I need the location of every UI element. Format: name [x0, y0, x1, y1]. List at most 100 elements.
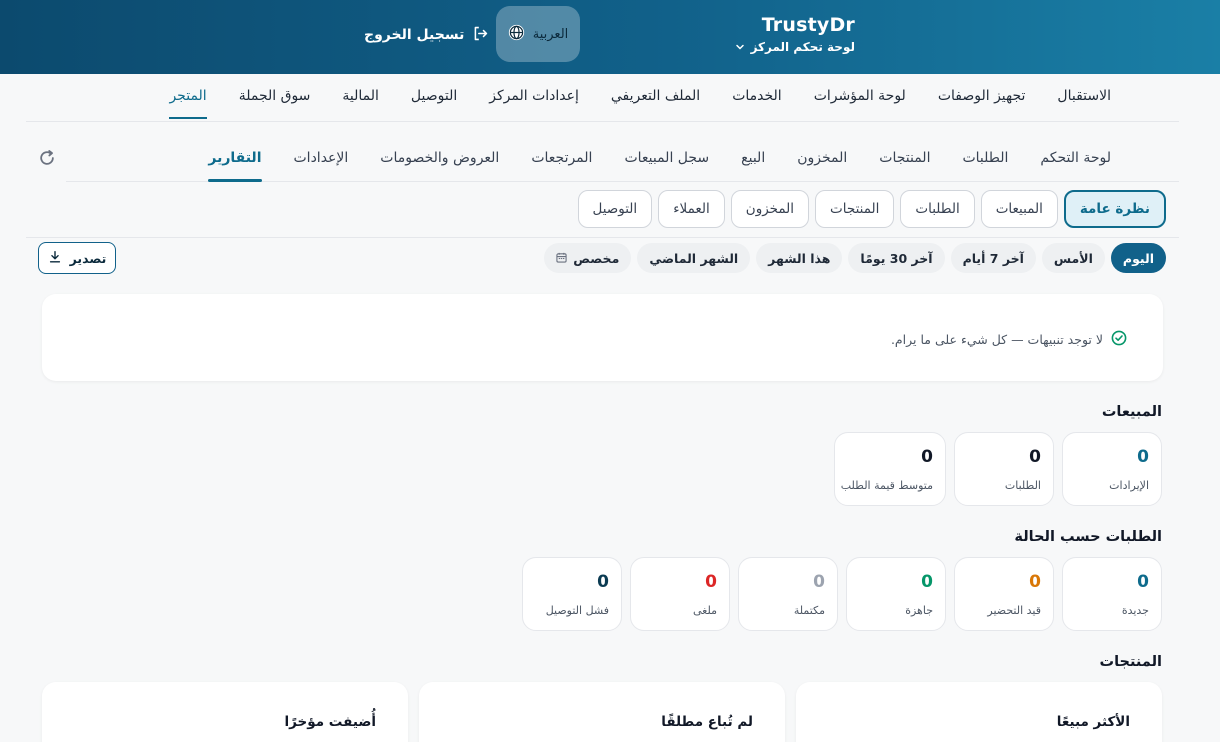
stat-card: 0 ملغى: [630, 557, 730, 631]
period-chip-label: آخر 7 أيام: [962, 250, 1024, 266]
products-card: الأكثر مبيعًا: [796, 682, 1162, 742]
stat-value: 0: [1137, 572, 1149, 592]
stat-label: مكتملة: [793, 604, 825, 617]
sub-nav-item[interactable]: التقارير: [208, 150, 262, 182]
top-header: TrustyDr لوحة تحكم المركز العربية تسجيل …: [0, 0, 1220, 74]
main-nav-item[interactable]: المتجر: [169, 88, 207, 119]
export-label: تصدير: [69, 250, 107, 266]
brand: TrustyDr لوحة تحكم المركز: [735, 14, 855, 54]
stat-value: 0: [1029, 572, 1041, 592]
divider: [26, 237, 1179, 238]
period-chip[interactable]: مخصص: [544, 243, 632, 273]
main-nav-item[interactable]: إعدادات المركز: [489, 88, 579, 104]
stat-card: 0 جاهزة: [846, 557, 946, 631]
report-tab[interactable]: الطلبات: [900, 190, 975, 228]
stat-label: الإيرادات: [1109, 479, 1149, 492]
report-tabs: نظرة عامة المبيعات الطلبات المنتجات المخزون ا…: [577, 190, 1166, 228]
globe-icon: [508, 24, 525, 45]
stat-card: 0 متوسط قيمة الطلب: [834, 432, 946, 506]
stat-label: قيد التحضير: [987, 604, 1041, 617]
period-chip[interactable]: آخر 30 يومًا: [848, 243, 945, 273]
products-card: أُضيفت مؤخرًا: [42, 682, 408, 742]
products-card-title: الأكثر مبيعًا: [1056, 714, 1130, 730]
period-chip-label: هذا الشهر: [768, 250, 831, 266]
logout-label: تسجيل الخروج: [364, 27, 465, 43]
main-nav: الاستقبال تجهيز الوصفات لوحة المؤشرات الخدم…: [26, 74, 1179, 122]
period-filter: اليوم الأمس آخر 7 أيام آخر 30 يومًا هذا الشه…: [544, 243, 1166, 273]
sub-nav-item[interactable]: العروض والخصومات: [380, 150, 499, 166]
period-chip[interactable]: آخر 7 أيام: [950, 243, 1036, 273]
sub-nav-item[interactable]: سجل المبيعات: [624, 150, 709, 166]
products-card-title: لم تُباع مطلقًا: [661, 714, 753, 730]
stat-value: 0: [1137, 447, 1149, 467]
main-nav-item[interactable]: سوق الجملة: [239, 88, 311, 104]
stat-card: 0 فشل التوصيل: [522, 557, 622, 631]
sub-nav-item[interactable]: البيع: [741, 150, 765, 166]
alerts-message: لا توجد تنبيهات — كل شيء على ما يرام.: [890, 332, 1103, 347]
store-sub-nav: لوحة التحكم الطلبات المنتجات المخزون البيع سج…: [66, 134, 1179, 182]
stat-card: 0 قيد التحضير: [954, 557, 1054, 631]
period-chip[interactable]: الشهر الماضي: [637, 243, 751, 273]
stat-value: 0: [597, 572, 609, 592]
period-chip-label: آخر 30 يومًا: [860, 250, 933, 266]
stat-value: 0: [1029, 447, 1041, 467]
alerts-card: لا توجد تنبيهات — كل شيء على ما يرام.: [42, 294, 1163, 381]
stat-label: متوسط قيمة الطلب: [840, 479, 933, 492]
products-card-title: أُضيفت مؤخرًا: [284, 714, 376, 730]
logout-icon: [472, 25, 489, 46]
report-tab[interactable]: المبيعات: [980, 190, 1058, 228]
main-nav-item[interactable]: الخدمات: [732, 88, 782, 104]
calendar-icon: [556, 251, 567, 266]
stat-value: 0: [705, 572, 717, 592]
logout-button[interactable]: تسجيل الخروج: [364, 24, 489, 46]
period-chip[interactable]: اليوم: [1110, 243, 1166, 273]
stat-value: 0: [921, 447, 933, 467]
brand-name: TrustyDr: [761, 14, 855, 36]
stat-label: ملغى: [692, 604, 717, 617]
stat-card: 0 الإيرادات: [1062, 432, 1162, 506]
main-nav-item[interactable]: المالية: [342, 88, 379, 104]
stat-value: 0: [813, 572, 825, 592]
main-nav-item[interactable]: الملف التعريفي: [611, 88, 700, 104]
stat-card: 0 مكتملة: [738, 557, 838, 631]
main-nav-item[interactable]: الاستقبال: [1057, 88, 1111, 104]
report-tab[interactable]: العملاء: [658, 190, 725, 228]
chevron-down-icon: [735, 42, 745, 52]
stat-card: 0 الطلبات: [954, 432, 1054, 506]
stat-value: 0: [921, 572, 933, 592]
sub-nav-item[interactable]: المخزون: [797, 150, 847, 166]
sales-section-title: المبيعات: [1101, 404, 1162, 420]
sub-nav-item[interactable]: الإعدادات: [294, 150, 349, 166]
stat-label: جاهزة: [905, 604, 933, 617]
refresh-button[interactable]: [38, 149, 56, 167]
export-button[interactable]: تصدير: [38, 242, 116, 274]
download-icon: [48, 250, 62, 267]
stat-label: جديدة: [1121, 604, 1149, 617]
report-tab[interactable]: المنتجات: [815, 190, 895, 228]
products-card: لم تُباع مطلقًا: [419, 682, 785, 742]
main-nav-item[interactable]: التوصيل: [411, 88, 457, 104]
report-tab[interactable]: التوصيل: [577, 190, 653, 228]
stat-card: 0 جديدة: [1062, 557, 1162, 631]
sub-nav-item[interactable]: الطلبات: [962, 150, 1008, 166]
dashboard-switcher-label: لوحة تحكم المركز: [750, 40, 855, 54]
products-section-title: المنتجات: [1099, 654, 1162, 670]
language-label: العربية: [532, 26, 569, 42]
language-button[interactable]: العربية: [496, 6, 580, 62]
sub-nav-item[interactable]: المنتجات: [879, 150, 930, 166]
period-chip-label: الأمس: [1053, 250, 1093, 266]
period-chip-label: مخصص: [573, 250, 620, 266]
sub-nav-item[interactable]: المرتجعات: [531, 150, 592, 166]
check-circle-icon: [1111, 330, 1127, 349]
report-tab[interactable]: نظرة عامة: [1063, 190, 1166, 228]
refresh-icon: [40, 150, 54, 165]
orders-status-section-title: الطلبات حسب الحالة: [1014, 529, 1162, 545]
main-nav-item[interactable]: لوحة المؤشرات: [814, 88, 906, 104]
sub-nav-item[interactable]: لوحة التحكم: [1040, 150, 1111, 166]
main-nav-item[interactable]: تجهيز الوصفات: [938, 88, 1026, 104]
period-chip[interactable]: هذا الشهر: [756, 243, 843, 273]
report-tab[interactable]: المخزون: [730, 190, 810, 228]
stat-label: الطلبات: [1004, 479, 1041, 492]
dashboard-switcher[interactable]: لوحة تحكم المركز: [735, 40, 855, 54]
period-chip[interactable]: الأمس: [1041, 243, 1105, 273]
